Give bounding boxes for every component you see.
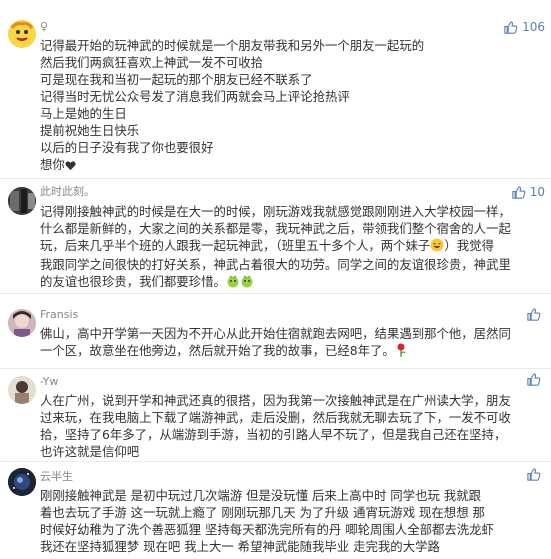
comment-item: Fransis 佛山，高中开学第一天因为不开心从此开始住宿就跑去网吧，结果遇到那… [0, 294, 551, 368]
comment-line: 提前祝她生日快乐 [40, 123, 140, 138]
comment-item: 此时此刻。 10 记得刚接触神武的时候是在大一的时候，刚玩游戏我就感觉跟刚刚进入… [0, 179, 551, 293]
comment-line: 可是现在我和当初一起玩的那个朋友已经不联系了 [40, 72, 313, 87]
comment-line: 什么都是新鲜的，大家之间的关系都是零，我玩神武之后，带领我们整个宿舍的人一起 [40, 221, 511, 236]
comment-line: 记得当时无忧公众号发了消息我们两就会马上评论抢热评 [40, 89, 350, 104]
comment-line: 佛山，高中开学第一天因为不开心从此开始住宿就跑去网吧，结果遇到那个他，居然同 [40, 326, 511, 341]
thumbs-up-icon [527, 373, 541, 386]
comment-item: -Yw 人在广州，说到开学和神武还真的很搭，因为我第一次接触神武是在广州读大学，… [0, 369, 551, 461]
avatar[interactable] [8, 376, 36, 404]
comment-line-text: ）我觉得 [444, 238, 494, 253]
like-button[interactable] [526, 467, 545, 482]
username[interactable]: Fransis [40, 308, 78, 322]
comment-line-text: 一个区，故意坐在他旁边，然后就开始了我的故事，已经8年了。 [40, 343, 395, 358]
comment-line: 玩，后来几乎半个班的人跟我一起玩神武，（班里五十多个人，两个妹子 ）我觉得 [40, 237, 545, 256]
photo-avatar-icon [8, 187, 36, 215]
laughing-emoji-icon [430, 238, 444, 256]
comment-line: 一个区，故意坐在他旁边，然后就开始了我的故事，已经8年了。 [40, 342, 545, 361]
like-count: 106 [522, 20, 545, 34]
photo-avatar-icon [8, 468, 36, 496]
comment-line: 然后我们两疯狂喜欢上神武一发不可收拾 [40, 55, 264, 70]
comment-line-text: 的友谊也很珍贵，我们都要珍惜。 [40, 274, 226, 289]
comment-line: 想你 [40, 156, 545, 175]
green-emoji-icon [226, 274, 254, 292]
comment-line-text: 想你 [40, 157, 65, 172]
like-count: 10 [529, 185, 545, 199]
photo-avatar-icon [8, 309, 36, 337]
avatar[interactable] [8, 20, 36, 48]
username[interactable]: 此时此刻。 [40, 185, 95, 199]
comment-line: 记得刚接触神武的时候是在大一的时候，刚玩游戏我就感觉跟刚刚进入大学校园一样， [40, 204, 511, 219]
username[interactable]: 云半生 [40, 470, 73, 484]
avatar[interactable] [8, 468, 36, 496]
comment-text: 佛山，高中开学第一天因为不开心从此开始住宿就跑去网吧，结果遇到那个他，居然同 一… [40, 325, 545, 361]
comment-line: 也许这就是信仰吧 [40, 444, 140, 459]
thumbs-up-icon [504, 20, 518, 34]
comment-line: 马上是她的生日 [40, 106, 127, 121]
comment-item: 云半生 刚刚接触神武是 是初中玩过几次端游 但是没玩懂 后来上高中时 同学也玩 … [0, 462, 551, 559]
rose-icon [395, 343, 407, 361]
comment-text: 刚刚接触神武是 是初中玩过几次端游 但是没玩懂 后来上高中时 同学也玩 我就跟 … [40, 487, 545, 555]
comment-line-text: 玩，后来几乎半个班的人跟我一起玩神武，（班里五十多个人，两个妹子 [40, 238, 431, 253]
heart-icon [65, 158, 76, 175]
photo-avatar-icon [8, 376, 36, 404]
thumbs-up-icon [527, 308, 541, 321]
comment-feed: ♀ 106 记得最开始的玩神武的时候就是一个朋友带我和另外一个朋友一起玩的 然后… [0, 0, 551, 559]
like-button[interactable]: 10 [511, 184, 545, 200]
thumbs-up-icon [527, 468, 541, 481]
avatar[interactable] [8, 187, 36, 215]
thumbs-up-icon [512, 185, 526, 199]
comment-text: 记得刚接触神武的时候是在大一的时候，刚玩游戏我就感觉跟刚刚进入大学校园一样， 什… [40, 203, 545, 292]
comment-text: 人在广州，说到开学和神武还真的很搭，因为我第一次接触神武是在广州读大学，朋友 过… [40, 392, 545, 460]
comment-line: 以后的日子没有我了你也要很好 [40, 140, 214, 155]
comment-line: 我还在坚持狐狸梦 现在吧 我上大一 希望神武能随我毕业 走完我的大学路 [40, 539, 440, 554]
comment-line: 过来玩，在我电脑上下载了端游神武，走后没删，然后我就无聊去玩了下，一发不可收 [40, 410, 511, 425]
like-button[interactable]: 106 [503, 19, 545, 35]
username[interactable]: -Yw [40, 375, 58, 389]
avatar[interactable] [8, 309, 36, 337]
comment-line: 时候好幼稚为了洗个善恶狐狸 坚持每天都洗完所有的丹 唧轮周围人全部都去洗龙虾 [40, 522, 494, 537]
comment-line: 的友谊也很珍贵，我们都要珍惜。 [40, 273, 545, 292]
comment-line: 刚刚接触神武是 是初中玩过几次端游 但是没玩懂 后来上高中时 同学也玩 我就跟 [40, 488, 481, 503]
comment-text: 记得最开始的玩神武的时候就是一个朋友带我和另外一个朋友一起玩的 然后我们两疯狂喜… [40, 37, 545, 175]
comment-line: 我跟同学之间很快的打好关系，神武占着很大的功劳。同学之间的友谊很珍贵，神武里 [40, 257, 511, 272]
cartoon-avatar-icon [8, 20, 36, 48]
like-button[interactable] [526, 372, 545, 387]
comment-line: 着也去玩了手游 这一玩就上瘾了 刚刚玩那几天 为了升级 通宵玩游戏 现在想想 那 [40, 505, 485, 520]
username[interactable]: ♀ [40, 20, 48, 34]
comment-line: 记得最开始的玩神武的时候就是一个朋友带我和另外一个朋友一起玩的 [40, 38, 425, 53]
comment-item: ♀ 106 记得最开始的玩神武的时候就是一个朋友带我和另外一个朋友一起玩的 然后… [0, 0, 551, 180]
like-button[interactable] [526, 307, 545, 322]
comment-line: 人在广州，说到开学和神武还真的很搭，因为我第一次接触神武是在广州读大学，朋友 [40, 393, 511, 408]
comment-line: 拾，坚持了6年多了，从端游到手游，当初的引路人早不玩了，但是我自己还在坚持， [40, 427, 507, 442]
